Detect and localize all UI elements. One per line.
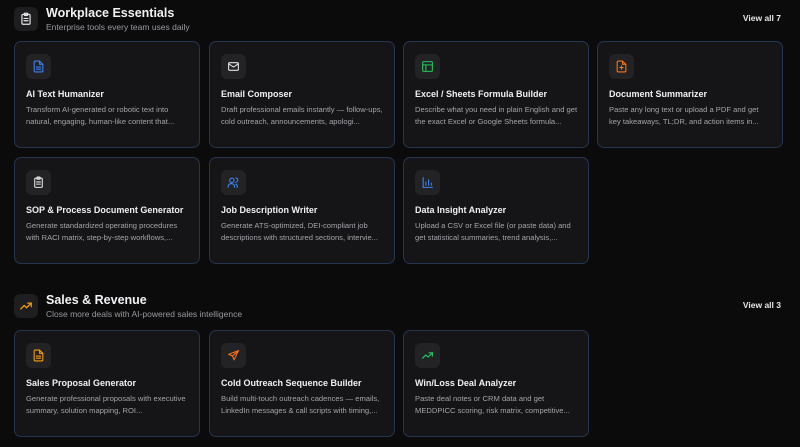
- file-lines-icon: [26, 343, 51, 368]
- bar-chart-icon: [415, 170, 440, 195]
- document-icon: [26, 54, 51, 79]
- card-title: AI Text Humanizer: [26, 89, 104, 99]
- card-description: Generate ATS-optimized, DEI-compliant jo…: [221, 221, 379, 243]
- section-subtitle: Close more deals with AI-powered sales i…: [46, 309, 243, 319]
- card-description: Build multi-touch outreach cadences — em…: [221, 394, 380, 416]
- table-icon: [415, 54, 440, 79]
- card-description: Generate professional proposals with exe…: [26, 394, 186, 416]
- card-title: Email Composer: [221, 89, 293, 99]
- file-text-icon: [609, 54, 634, 79]
- card-description: Paste any long text or upload a PDF and …: [609, 105, 759, 127]
- view-all-link[interactable]: View all 7: [743, 13, 781, 23]
- clipboard-list-icon: [26, 170, 51, 195]
- card-description: Paste deal notes or CRM data and get MED…: [415, 394, 570, 416]
- tool-card-sop-generator[interactable]: SOP & Process Document Generator Generat…: [14, 157, 200, 264]
- tool-card-formula-builder[interactable]: Excel / Sheets Formula Builder Describe …: [403, 41, 589, 148]
- card-description: Generate standardized operating procedur…: [26, 221, 178, 243]
- clipboard-icon: [14, 7, 38, 31]
- view-all-link[interactable]: View all 3: [743, 300, 781, 310]
- tool-card-email-composer[interactable]: Email Composer Draft professional emails…: [209, 41, 395, 148]
- users-icon: [221, 170, 246, 195]
- tool-card-ai-text-humanizer[interactable]: AI Text Humanizer Transform AI-generated…: [14, 41, 200, 148]
- section-subtitle: Enterprise tools every team uses daily: [46, 22, 190, 32]
- tool-card-cold-outreach-builder[interactable]: Cold Outreach Sequence Builder Build mul…: [209, 330, 395, 437]
- tool-card-job-description-writer[interactable]: Job Description Writer Generate ATS-opti…: [209, 157, 395, 264]
- card-title: Job Description Writer: [221, 205, 318, 215]
- card-title: SOP & Process Document Generator: [26, 205, 184, 215]
- card-title: Data Insight Analyzer: [415, 205, 507, 215]
- tool-card-win-loss-analyzer[interactable]: Win/Loss Deal Analyzer Paste deal notes …: [403, 330, 589, 437]
- send-icon: [221, 343, 246, 368]
- section-header: Workplace Essentials Enterprise tools ev…: [14, 6, 786, 41]
- card-title: Excel / Sheets Formula Builder: [415, 89, 548, 99]
- card-title: Document Summarizer: [609, 89, 708, 99]
- tool-card-document-summarizer[interactable]: Document Summarizer Paste any long text …: [597, 41, 783, 148]
- card-title: Cold Outreach Sequence Builder: [221, 378, 362, 388]
- card-title: Win/Loss Deal Analyzer: [415, 378, 517, 388]
- card-description: Upload a CSV or Excel file (or paste dat…: [415, 221, 571, 243]
- trending-up-icon: [415, 343, 440, 368]
- section-header: Sales & Revenue Close more deals with AI…: [14, 293, 786, 328]
- section-title: Sales & Revenue: [46, 293, 147, 307]
- trending-up-icon: [14, 294, 38, 318]
- card-description: Draft professional emails instantly — fo…: [221, 105, 383, 127]
- card-description: Describe what you need in plain English …: [415, 105, 578, 127]
- mail-icon: [221, 54, 246, 79]
- card-title: Sales Proposal Generator: [26, 378, 137, 388]
- tool-card-sales-proposal-generator[interactable]: Sales Proposal Generator Generate profes…: [14, 330, 200, 437]
- card-description: Transform AI-generated or robotic text i…: [26, 105, 175, 127]
- tool-card-data-insight-analyzer[interactable]: Data Insight Analyzer Upload a CSV or Ex…: [403, 157, 589, 264]
- section-title: Workplace Essentials: [46, 6, 175, 20]
